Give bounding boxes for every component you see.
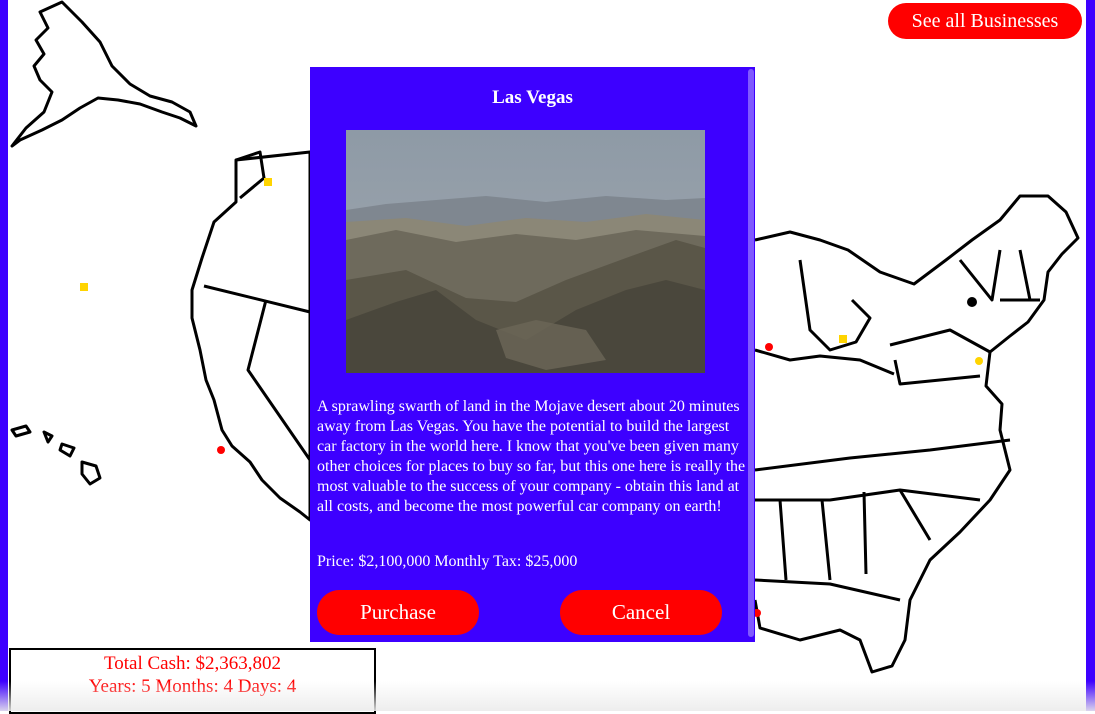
bottom-fade: [0, 681, 1095, 711]
modal-scrollbar[interactable]: [748, 69, 754, 637]
marker-chicago[interactable]: [765, 343, 773, 351]
marker-new-york[interactable]: [967, 297, 977, 307]
location-modal: Las Vegas A sprawling swarth of land in …: [310, 67, 755, 642]
cancel-button[interactable]: Cancel: [560, 590, 722, 635]
oregon-border: [203, 284, 311, 314]
marker-pacific[interactable]: [80, 283, 88, 291]
location-photo: [346, 130, 705, 373]
state-hawaii[interactable]: [10, 424, 102, 486]
price-info: Price: $2,100,000 Monthly Tax: $25,000: [317, 553, 581, 571]
state-lines-middle: [754, 348, 1011, 581]
marker-los-angeles[interactable]: [217, 446, 225, 454]
marker-detroit[interactable]: [839, 335, 847, 343]
east-outline: [753, 194, 1080, 674]
state-lines-north: [798, 249, 1040, 386]
west-coast-outline: [190, 150, 312, 522]
location-description: A sprawling swarth of land in the Mojave…: [317, 398, 746, 515]
nevada-border: [246, 299, 312, 461]
total-cash: Total Cash: $2,363,802: [103, 653, 282, 674]
marker-washington[interactable]: [264, 178, 272, 186]
marker-new-jersey[interactable]: [975, 357, 983, 365]
purchase-button[interactable]: Purchase: [317, 590, 479, 635]
modal-title: Las Vegas: [492, 87, 573, 108]
see-all-businesses-button[interactable]: See all Businesses: [888, 3, 1082, 39]
state-alaska[interactable]: [10, 0, 198, 148]
monthly-tax-text: Monthly Tax: $25,000: [434, 553, 578, 570]
price-text: Price: $2,100,000: [317, 553, 431, 570]
